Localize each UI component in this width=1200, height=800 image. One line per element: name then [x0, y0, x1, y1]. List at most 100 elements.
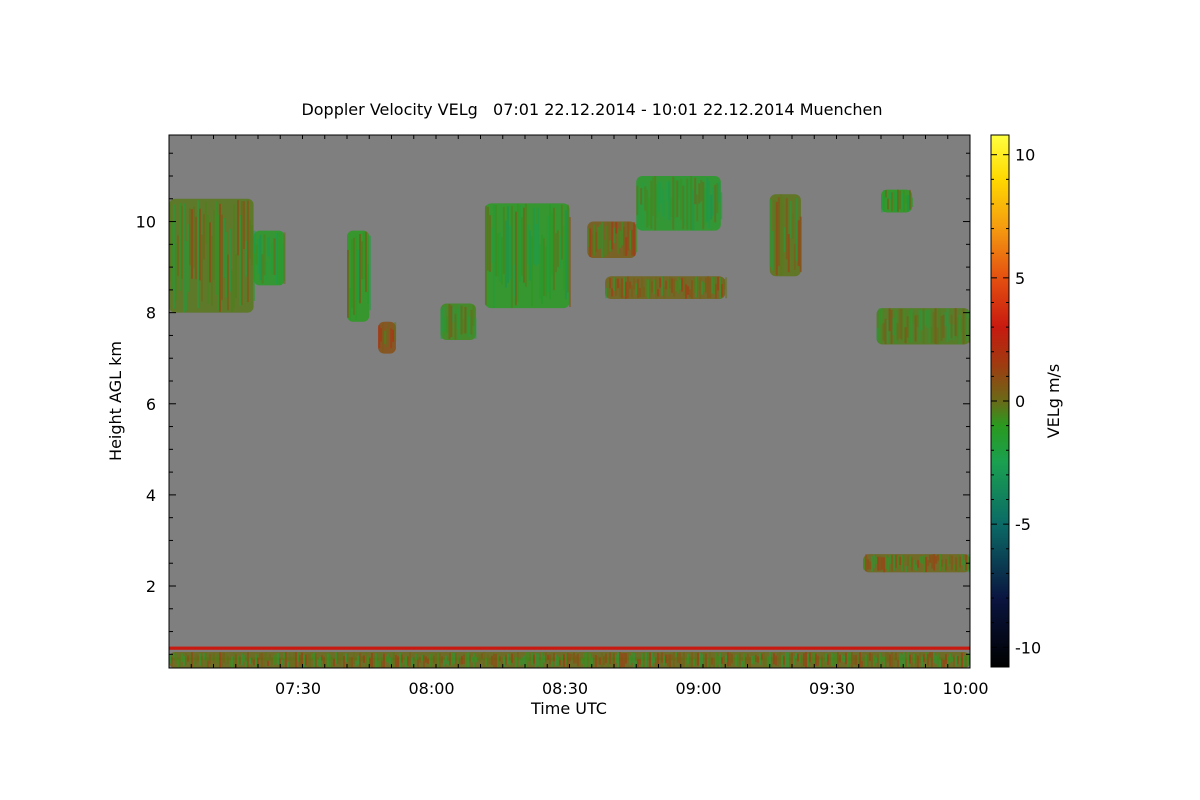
region-streak — [662, 189, 665, 217]
region-streak — [877, 654, 879, 667]
region-streak — [335, 652, 337, 664]
region-streak — [504, 220, 507, 288]
region-streak — [255, 244, 258, 265]
region-streak — [219, 203, 221, 312]
region-streak — [315, 653, 317, 668]
region-streak — [467, 652, 469, 668]
region-streak — [409, 652, 411, 667]
region-streak — [701, 281, 704, 295]
region-streak — [961, 554, 964, 566]
region-streak — [693, 659, 695, 667]
region-streak — [737, 652, 739, 668]
colorbar-tick-label: 5 — [1015, 269, 1025, 288]
region-fall-streak-3 — [769, 194, 802, 277]
region-streak — [281, 244, 284, 280]
region-streak — [777, 653, 779, 666]
region-streak — [831, 652, 833, 666]
region-streak — [359, 234, 361, 304]
region-streak — [442, 306, 445, 332]
region-streak — [749, 657, 751, 668]
region-streak — [353, 652, 355, 664]
region-streak — [512, 264, 515, 297]
region-streak — [253, 230, 256, 254]
region-streak — [615, 222, 618, 234]
region-streak — [345, 653, 347, 663]
region-streak — [247, 652, 249, 668]
region-streak — [793, 656, 795, 666]
region-streak — [890, 309, 893, 344]
region-streak — [881, 557, 884, 570]
region-streak — [265, 652, 267, 662]
region-streak — [452, 306, 455, 323]
region-streak — [384, 330, 387, 345]
region-streak — [701, 654, 703, 665]
region-streak — [843, 655, 845, 663]
region-streak — [621, 278, 624, 298]
region-streak — [175, 653, 177, 664]
region-streak — [271, 243, 274, 275]
region-streak — [887, 652, 889, 663]
y-tick-label: 10 — [136, 213, 156, 232]
region-streak — [635, 283, 638, 295]
region-streak — [713, 276, 716, 295]
region-streak — [187, 224, 189, 292]
region-streak — [241, 201, 243, 305]
colorbar-tick-label: 10 — [1015, 146, 1035, 165]
region-streak — [757, 656, 759, 663]
region-streak — [881, 196, 883, 213]
region-streak — [385, 656, 387, 662]
region-streak — [797, 653, 799, 662]
region-streak — [771, 230, 774, 271]
region-streak — [185, 653, 187, 665]
region-streak — [892, 318, 895, 336]
region-streak — [723, 656, 725, 666]
region-streak — [609, 240, 612, 252]
region-streak — [714, 184, 717, 223]
region-streak — [665, 280, 668, 290]
region-streak — [653, 279, 656, 295]
region-streak — [935, 555, 938, 564]
region-streak — [451, 652, 453, 666]
region-streak — [303, 654, 305, 668]
region-streak — [920, 310, 923, 331]
region-streak — [319, 657, 321, 667]
region-streak — [661, 276, 664, 296]
region-body — [169, 646, 970, 650]
region-streak — [207, 215, 209, 304]
region-streak — [221, 214, 223, 300]
region-streak — [357, 655, 359, 665]
region-streak — [623, 277, 626, 296]
region-streak — [902, 309, 905, 341]
region-streak — [795, 653, 797, 659]
region-streak — [925, 557, 928, 573]
region-streak — [781, 196, 784, 275]
region-streak — [605, 226, 608, 256]
region-streak — [201, 656, 203, 668]
region-streak — [269, 654, 271, 661]
region-streak — [411, 657, 413, 666]
region-streak — [443, 659, 445, 667]
region-streak — [891, 652, 893, 668]
region-streak — [539, 660, 541, 668]
region-streak — [299, 654, 301, 667]
region-streak — [779, 652, 781, 665]
region-streak — [638, 200, 641, 229]
region-streak — [704, 188, 707, 225]
region-streak — [511, 653, 513, 663]
region-streak — [275, 653, 277, 664]
y-tick-label: 2 — [146, 577, 156, 596]
region-streak — [937, 653, 939, 668]
region-streak — [913, 654, 915, 664]
region-streak — [528, 230, 531, 281]
region-streak — [773, 653, 775, 665]
region-streak — [779, 194, 782, 276]
region-streak — [699, 277, 702, 299]
region-streak — [891, 554, 894, 572]
region-streak — [823, 653, 825, 668]
region-streak — [269, 252, 272, 271]
region-streak — [203, 214, 205, 260]
region-streak — [893, 554, 896, 571]
region-streak — [895, 191, 897, 212]
region-streak — [678, 180, 681, 200]
region-streak — [611, 652, 613, 664]
